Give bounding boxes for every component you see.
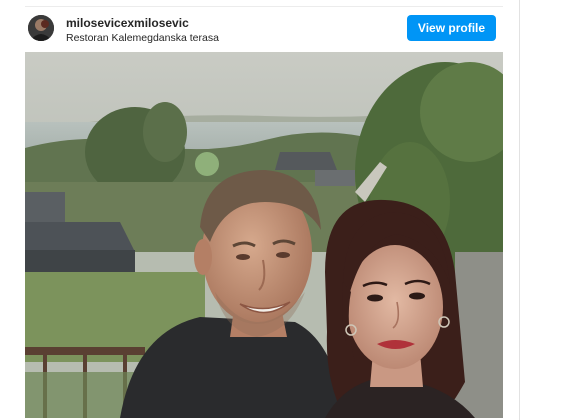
username[interactable]: milosevicexmilosevic bbox=[66, 16, 189, 30]
view-profile-button[interactable]: View profile bbox=[407, 15, 496, 41]
instagram-embed-card: milosevicexmilosevic Restoran Kalemegdan… bbox=[25, 6, 503, 418]
post-header: milosevicexmilosevic Restoran Kalemegdan… bbox=[25, 6, 503, 52]
avatar[interactable] bbox=[28, 15, 54, 41]
post-photo[interactable] bbox=[25, 52, 503, 418]
location-label[interactable]: Restoran Kalemegdanska terasa bbox=[66, 32, 219, 44]
page-divider bbox=[519, 0, 520, 420]
